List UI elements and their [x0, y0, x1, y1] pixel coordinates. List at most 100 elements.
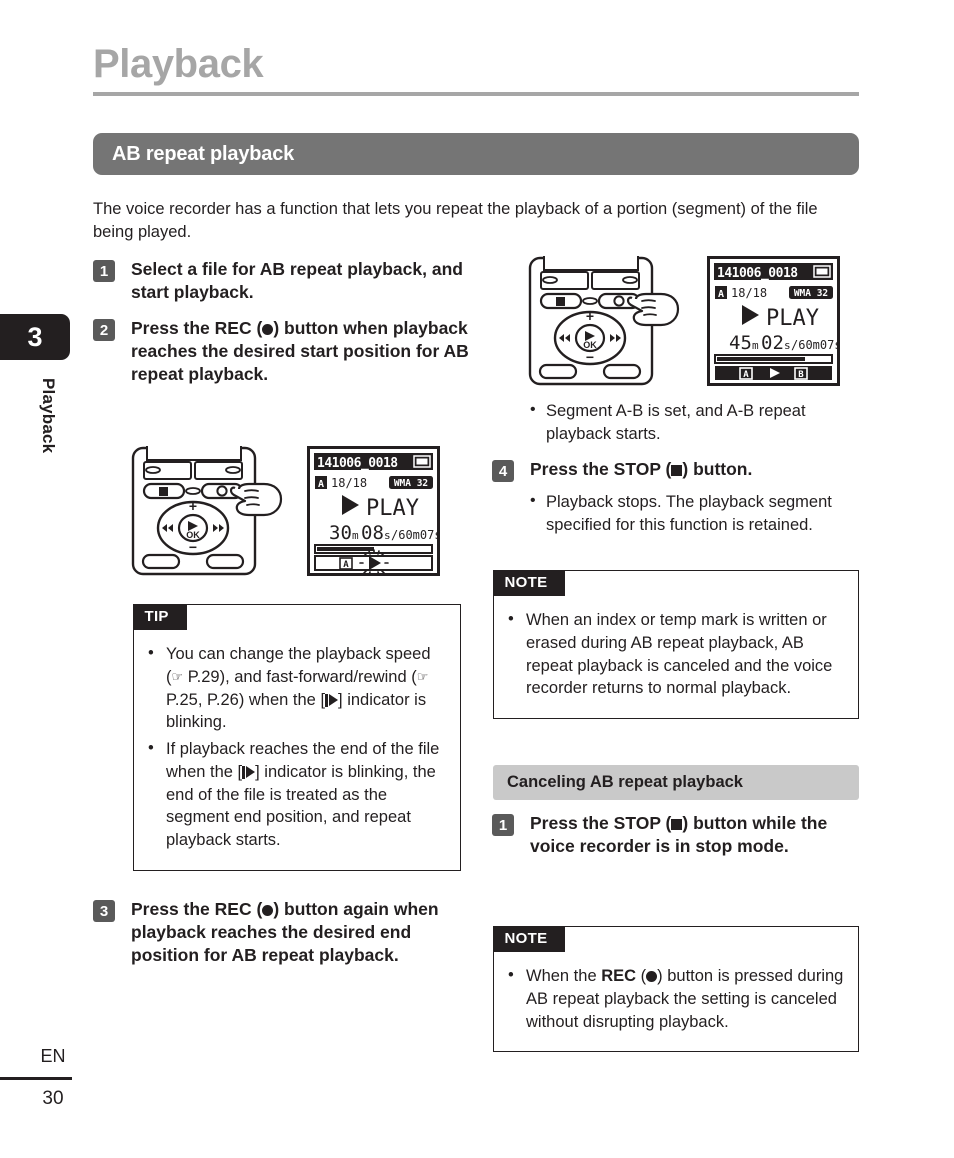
- svg-text:A: A: [718, 289, 724, 300]
- svg-text:−: −: [189, 539, 197, 555]
- tip-item-2: If playback reaches the end of the file …: [144, 737, 446, 852]
- note-2-item-1: When the REC () button is pressed during…: [504, 964, 844, 1033]
- step-2: 2 Press the REC () button when playback …: [93, 317, 471, 386]
- svg-text:02: 02: [761, 332, 784, 354]
- stop-keyword: STOP: [613, 813, 661, 833]
- note-callout-2: NOTE When the REC () button is pressed d…: [492, 925, 859, 1053]
- rec-dot-icon: [646, 971, 658, 982]
- play-indicator-icon: [242, 765, 256, 779]
- rec-keyword: REC: [601, 967, 637, 985]
- svg-text:18/18: 18/18: [731, 286, 767, 300]
- footer-divider: [0, 1077, 72, 1080]
- svg-text:m: m: [352, 529, 359, 542]
- note-tag: NOTE: [492, 569, 566, 596]
- chapter-label: Playback: [39, 378, 58, 454]
- step-3: 3 Press the REC () button again when pla…: [93, 898, 471, 967]
- lcd-screen-bottom: 141006_0018 A 18/18 WMA 32 PLAY 30 m 08 …: [307, 446, 440, 576]
- svg-text:+: +: [586, 308, 594, 324]
- footer-page-number: 30: [42, 1088, 64, 1109]
- svg-text:PLAY: PLAY: [366, 496, 419, 521]
- lcd-screen-top: 141006_0018 A 18/18 WMA 32 PLAY 45 m 02 …: [707, 256, 840, 386]
- tip-item-1-ref1: P.29: [187, 667, 220, 686]
- note-2-item-1-a: When the: [526, 967, 602, 985]
- svg-text:PLAY: PLAY: [766, 306, 819, 331]
- step-4-container: 4 Press the STOP () button. Playback sto…: [492, 458, 860, 547]
- svg-text:s: s: [384, 529, 391, 542]
- svg-text:WMA 32: WMA 32: [794, 288, 828, 299]
- svg-text:08: 08: [361, 522, 384, 544]
- page-title: Playback: [93, 42, 264, 86]
- chapter-tab: 3: [0, 314, 70, 360]
- step-1-number: 1: [93, 260, 115, 282]
- svg-text:45: 45: [729, 332, 752, 354]
- cancel-step-1: 1 Press the STOP () button while the voi…: [492, 812, 860, 858]
- svg-text:A: A: [318, 479, 324, 490]
- section-header-bar: AB repeat playback: [93, 133, 859, 175]
- footer-language: EN: [40, 1046, 66, 1066]
- subsection-header: Canceling AB repeat playback: [493, 765, 859, 800]
- step-3-container: 3 Press the REC () button again when pla…: [93, 898, 471, 980]
- svg-text:/60m07s: /60m07s: [791, 338, 840, 352]
- tip-item-1-ref2: P.25, P.26: [166, 690, 239, 709]
- cancel-step-1-container: 1 Press the STOP () button while the voi…: [492, 812, 860, 871]
- tip-item-1-b: ), and fast-forward/rewind (: [219, 667, 417, 686]
- svg-text:m: m: [752, 339, 759, 352]
- cancel-step-1-number: 1: [492, 814, 514, 836]
- step-4: 4 Press the STOP () button.: [492, 458, 860, 482]
- rec-keyword: REC: [214, 318, 252, 339]
- step-3-number: 3: [93, 900, 115, 922]
- svg-text:A: A: [743, 370, 749, 380]
- tip-item-1-c: ) when the [: [238, 690, 326, 709]
- left-column: 1 Select a file for AB repeat playback, …: [93, 258, 471, 399]
- rec-keyword: REC: [214, 899, 252, 919]
- step-2-number: 2: [93, 319, 115, 342]
- play-indicator-icon: [325, 693, 339, 707]
- svg-text:30: 30: [329, 522, 352, 544]
- rec-dot-icon: [262, 905, 274, 916]
- note-tag: NOTE: [492, 925, 566, 952]
- note-callout-1: NOTE When an index or temp mark is writt…: [492, 569, 859, 720]
- step-1: 1 Select a file for AB repeat playback, …: [93, 258, 471, 304]
- svg-text:−: −: [586, 349, 594, 365]
- stop-square-icon: [671, 819, 683, 830]
- tip-item-1: You can change the playback speed (☞ P.2…: [144, 642, 446, 734]
- rec-dot-icon: [262, 324, 274, 336]
- svg-text:A: A: [343, 560, 349, 570]
- title-divider: [93, 92, 859, 96]
- step-4-text: Press the STOP () button.: [530, 459, 753, 479]
- svg-text:141006_0018: 141006_0018: [717, 266, 798, 281]
- reference-icon: ☞: [171, 669, 184, 685]
- cancel-step-1-prefix: Press the: [530, 813, 614, 833]
- note-1-item-1: When an index or temp mark is written or…: [504, 608, 844, 700]
- bullet-playback-stops: Playback stops. The playback segment spe…: [528, 490, 860, 537]
- svg-text:+: +: [189, 498, 197, 514]
- svg-text:B: B: [798, 370, 804, 380]
- device-illustration-left: OK + −: [131, 446, 283, 576]
- bullet-segment-set: Segment A-B is set, and A-B repeat playb…: [528, 399, 860, 446]
- step-2-prefix: Press the: [131, 318, 215, 339]
- stop-keyword: STOP: [613, 459, 661, 479]
- svg-text:141006_0018: 141006_0018: [317, 456, 398, 471]
- step-1-text: Select a file for AB repeat playback, an…: [131, 259, 463, 303]
- step-4-prefix: Press the: [530, 459, 614, 479]
- pointing-hand-icon: [229, 482, 283, 517]
- device-illustration-right: OK + −: [528, 256, 680, 386]
- tip-tag: TIP: [132, 603, 187, 630]
- intro-paragraph: The voice recorder has a function that l…: [93, 200, 818, 242]
- lcd-display-diagram: 141006_0018 A 18/18 WMA 32 PLAY 30 m 08 …: [307, 446, 440, 576]
- lcd-display-diagram: 141006_0018 A 18/18 WMA 32 PLAY 45 m 02 …: [707, 256, 840, 386]
- step-4-number: 4: [492, 460, 514, 482]
- svg-text:WMA 32: WMA 32: [394, 478, 428, 489]
- step-3-prefix: Press the: [131, 899, 215, 919]
- section-header-label: AB repeat playback: [112, 142, 295, 165]
- svg-text:/60m07s: /60m07s: [391, 528, 440, 542]
- tip-callout: TIP You can change the playback speed (☞…: [132, 603, 461, 871]
- pointing-hand-icon: [626, 292, 680, 327]
- bullet-after-step3-container: Segment A-B is set, and A-B repeat playb…: [528, 399, 860, 456]
- reference-icon: ☞: [416, 669, 429, 685]
- chapter-number: 3: [27, 321, 43, 352]
- step-2-text: Press the REC () button when playback re…: [131, 318, 469, 385]
- step-3-text: Press the REC () button again when playb…: [131, 899, 439, 966]
- cancel-step-1-text: Press the STOP () button while the voice…: [530, 813, 828, 857]
- svg-text:18/18: 18/18: [331, 476, 367, 490]
